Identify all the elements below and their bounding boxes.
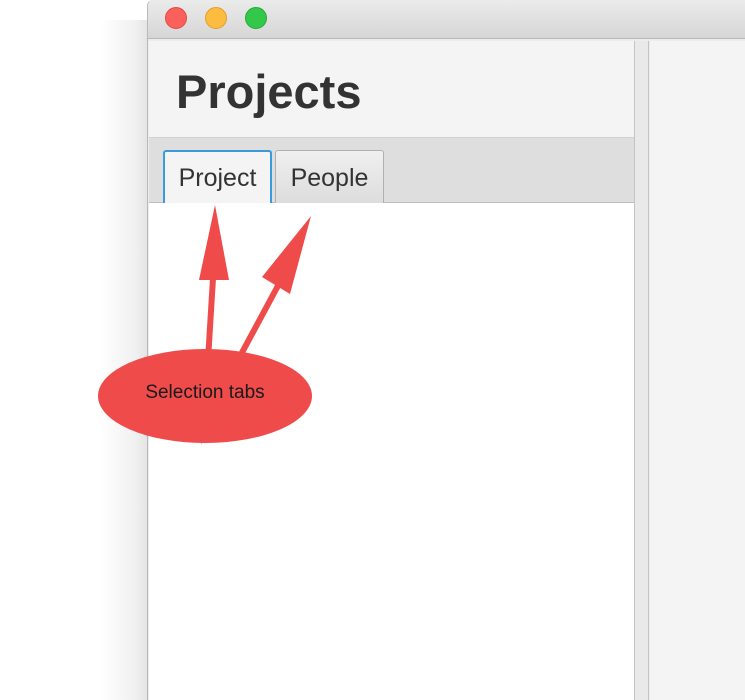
tab-header: Project People <box>149 137 634 204</box>
callout-label: Selection tabs <box>145 382 265 403</box>
window-titlebar[interactable] <box>148 0 745 39</box>
tab-content-area <box>149 203 634 700</box>
close-window-button[interactable] <box>165 7 187 29</box>
detail-pane <box>650 41 745 700</box>
tab-people[interactable]: People <box>275 150 384 204</box>
app-window: Projects Project People <box>147 0 745 700</box>
page-title: Projects <box>176 65 362 118</box>
split-pane-divider[interactable] <box>635 41 649 700</box>
screenshot-stage: Projects Project People Selection tabs <box>0 0 745 700</box>
minimize-window-button[interactable] <box>205 7 227 29</box>
tab-project[interactable]: Project <box>163 150 272 204</box>
projects-pane: Projects Project People <box>149 41 635 700</box>
maximize-window-button[interactable] <box>245 7 267 29</box>
